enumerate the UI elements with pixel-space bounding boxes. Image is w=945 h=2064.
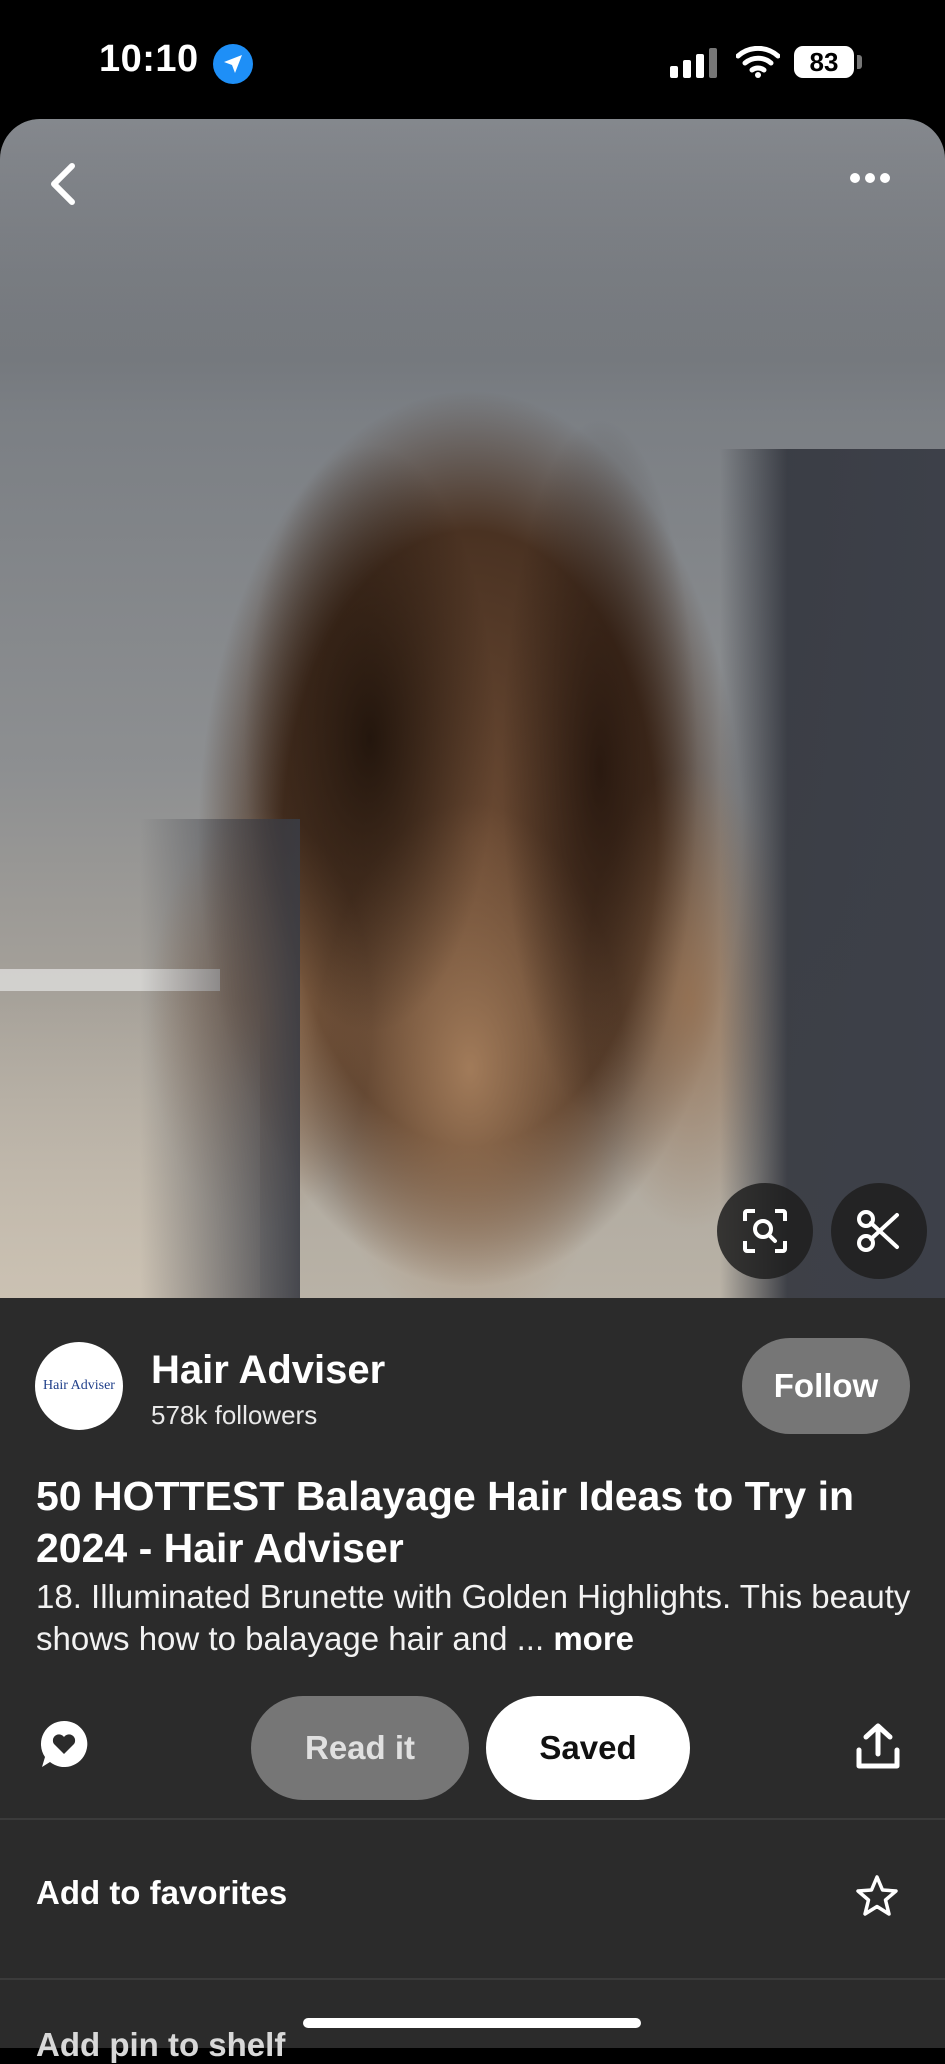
chevron-left-icon <box>51 163 75 205</box>
more-dot <box>880 173 890 183</box>
battery-indicator: 83 <box>794 46 854 78</box>
visual-search-button[interactable] <box>717 1183 813 1279</box>
comment-icon <box>40 1720 88 1767</box>
back-button[interactable] <box>44 158 84 210</box>
home-indicator <box>303 2018 641 2028</box>
author-name[interactable]: Hair Adviser <box>151 1348 385 1393</box>
more-link[interactable]: more <box>553 1620 634 1657</box>
battery-tip <box>857 55 862 69</box>
image-sweater <box>720 449 945 1299</box>
location-icon <box>213 44 253 84</box>
visual-search-icon <box>743 1209 787 1253</box>
image-sky <box>0 119 945 359</box>
status-bar: 10:10 83 <box>0 0 945 120</box>
read-it-button[interactable]: Read it <box>251 1696 469 1800</box>
wifi-icon <box>736 46 780 78</box>
comment-button[interactable] <box>38 1718 90 1775</box>
star-icon <box>856 1875 898 1916</box>
image-sweater-left <box>140 819 300 1299</box>
pin-title: 50 HOTTEST Balayage Hair Ideas to Try in… <box>36 1473 854 1571</box>
status-time: 10:10 <box>99 38 199 80</box>
follower-count: 578k followers <box>151 1400 318 1430</box>
add-to-favorites-label[interactable]: Add to favorites <box>36 1874 287 1912</box>
more-dot <box>865 173 875 183</box>
pin-description: 18. Illuminated Brunette with Golden Hig… <box>36 1576 916 1660</box>
cellular-signal-icon <box>670 48 717 78</box>
more-horizontal-icon <box>850 173 860 183</box>
saved-button[interactable]: Saved <box>486 1696 690 1800</box>
divider <box>0 1818 945 1820</box>
divider <box>0 1978 945 1980</box>
share-icon <box>856 1723 900 1769</box>
description-text: 18. Illuminated Brunette with Golden Hig… <box>36 1578 911 1657</box>
add-to-shelf-label[interactable]: Add pin to shelf <box>36 2026 285 2064</box>
pin-image[interactable] <box>0 119 945 1299</box>
avatar[interactable]: Hair Adviser <box>35 1342 123 1430</box>
share-button[interactable] <box>855 1722 901 1777</box>
scissors-icon <box>857 1210 899 1252</box>
favorite-star-button[interactable] <box>855 1874 899 1923</box>
cutout-button[interactable] <box>831 1183 927 1279</box>
pin-details: Hair Adviser Hair Adviser 578k followers… <box>0 1298 945 2063</box>
follow-button[interactable]: Follow <box>742 1338 910 1434</box>
more-options-button[interactable] <box>850 170 895 188</box>
